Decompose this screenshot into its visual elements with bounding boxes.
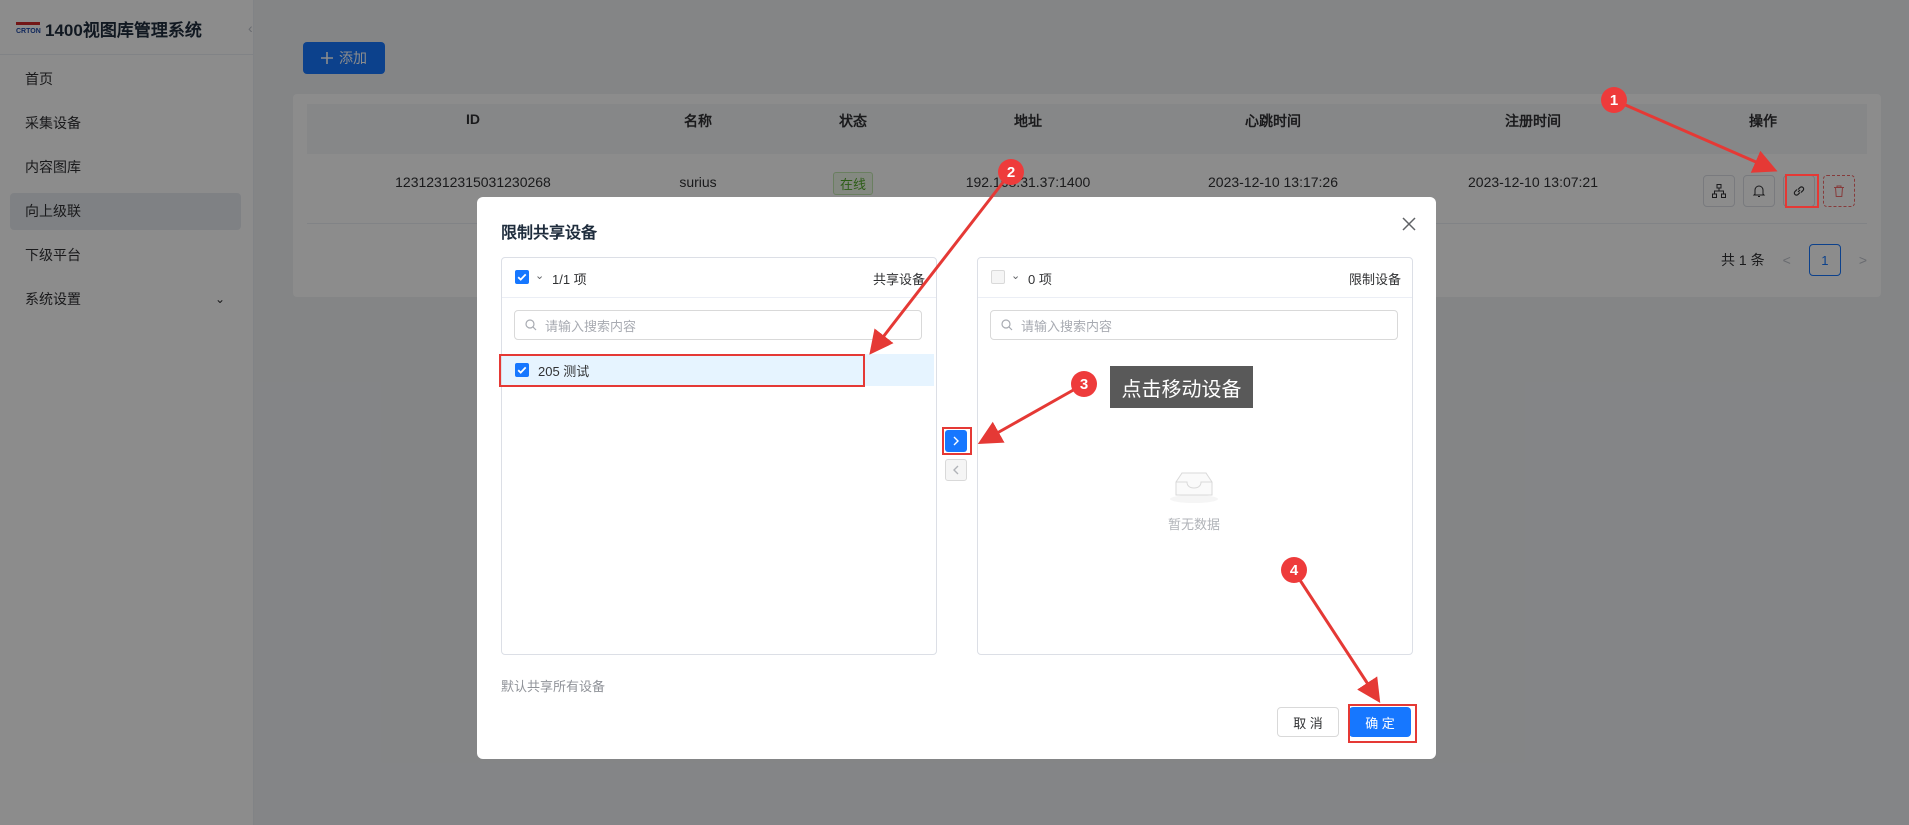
- cancel-button[interactable]: 取 消: [1277, 707, 1339, 737]
- empty-state: 暂无数据: [978, 468, 1410, 533]
- search-icon: [1001, 319, 1013, 331]
- chevron-left-icon: [953, 465, 959, 475]
- move-left-button[interactable]: [945, 459, 967, 481]
- panel-header: ⌄ 0 项 限制设备: [978, 258, 1412, 298]
- search-input[interactable]: [543, 311, 917, 341]
- highlight-list-item: [499, 354, 865, 387]
- shared-devices-panel: ⌄ 1/1 项 共享设备 205 测试: [501, 257, 937, 655]
- select-all-checkbox[interactable]: [991, 270, 1005, 284]
- close-icon: [1402, 217, 1416, 231]
- step-badge: 3: [1071, 371, 1097, 397]
- search-input[interactable]: [1019, 311, 1393, 341]
- highlight-confirm-button: [1348, 704, 1417, 743]
- search-icon: [525, 319, 537, 331]
- check-icon: [517, 273, 527, 281]
- empty-text: 暂无数据: [1167, 517, 1220, 532]
- step-badge: 1: [1601, 87, 1627, 113]
- panel-title: 限制设备: [1348, 272, 1401, 287]
- selection-count: 0 项: [1028, 272, 1052, 287]
- highlight-move-right-button: [942, 427, 972, 455]
- highlight-share-restrict-button: [1785, 174, 1819, 208]
- restricted-devices-panel: ⌄ 0 项 限制设备 暂无数据: [977, 257, 1413, 655]
- search-box: [514, 310, 922, 341]
- panel-title: 共享设备: [872, 272, 925, 287]
- restrict-share-dialog: 限制共享设备 ⌄ 1/1 项 共享设备 205 测试: [477, 197, 1436, 759]
- close-button[interactable]: [1399, 214, 1419, 234]
- selection-count: 1/1 项: [552, 272, 587, 287]
- select-all-checkbox[interactable]: [515, 270, 529, 284]
- panel-header: ⌄ 1/1 项 共享设备: [502, 258, 936, 298]
- chevron-down-icon[interactable]: ⌄: [535, 269, 544, 282]
- step-badge: 2: [998, 159, 1024, 185]
- search-box: [990, 310, 1398, 341]
- chevron-down-icon[interactable]: ⌄: [1011, 269, 1020, 282]
- empty-box-icon: [1170, 472, 1218, 503]
- step-badge: 4: [1281, 557, 1307, 583]
- dialog-hint: 默认共享所有设备: [501, 679, 606, 694]
- annotation-tooltip: 点击移动设备: [1110, 366, 1253, 408]
- dialog-title: 限制共享设备: [501, 225, 598, 242]
